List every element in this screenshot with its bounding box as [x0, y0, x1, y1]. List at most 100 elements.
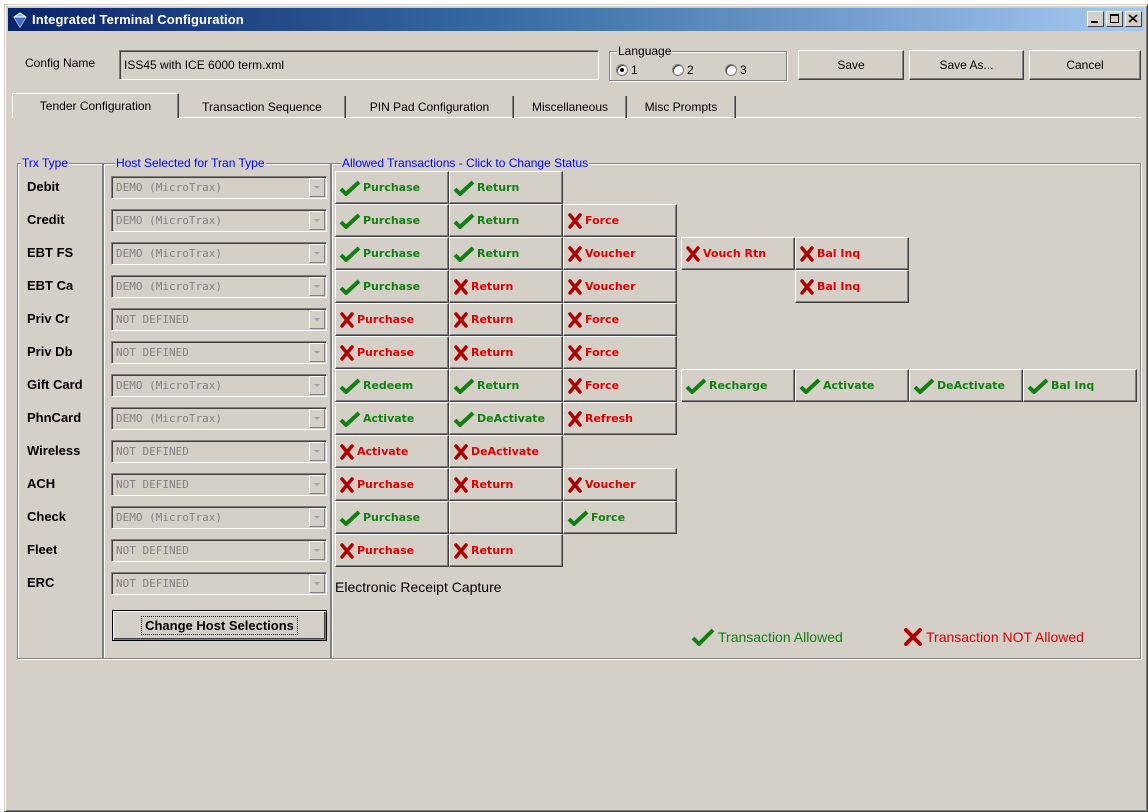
trx-toggle-button[interactable]: Return — [449, 468, 563, 501]
trx-toggle-button[interactable]: DeActivate — [909, 369, 1023, 402]
trx-toggle-button[interactable]: Purchase — [335, 204, 449, 237]
host-select[interactable]: NOT DEFINED — [111, 572, 327, 595]
trx-toggle-button[interactable]: Force — [563, 501, 677, 534]
change-host-selections-button[interactable]: Change Host Selections — [112, 610, 327, 641]
check-icon — [339, 279, 361, 295]
dropdown-arrow-icon[interactable] — [309, 442, 325, 461]
host-select[interactable]: DEMO (MicroTrax) — [111, 176, 327, 199]
host-select[interactable]: DEMO (MicroTrax) — [111, 275, 327, 298]
trx-toggle-button[interactable]: Purchase — [335, 237, 449, 270]
trx-toggle-button[interactable]: Activate — [335, 402, 449, 435]
trx-toggle-button[interactable]: Activate — [335, 435, 449, 468]
trx-toggle-button[interactable]: Return — [449, 204, 563, 237]
check-icon — [685, 378, 707, 394]
dropdown-arrow-icon[interactable] — [309, 244, 325, 263]
trx-toggle-button[interactable]: DeActivate — [449, 402, 563, 435]
save-button[interactable]: Save — [798, 50, 904, 80]
tab-pin-pad-configuration[interactable]: PIN Pad Configuration — [346, 96, 514, 118]
trx-toggle-button[interactable]: Activate — [795, 369, 909, 402]
trx-toggle-button[interactable]: Voucher — [563, 468, 677, 501]
dropdown-arrow-icon[interactable] — [309, 574, 325, 593]
save-as-button[interactable]: Save As... — [909, 50, 1024, 80]
title-bar[interactable]: Integrated Terminal Configuration — [8, 8, 1144, 31]
dropdown-arrow-icon[interactable] — [309, 475, 325, 494]
app-diamond-icon — [11, 11, 29, 28]
dropdown-arrow-icon[interactable] — [309, 508, 325, 527]
radio-2[interactable] — [672, 64, 684, 76]
trx-toggle-button[interactable]: Recharge — [681, 369, 795, 402]
dropdown-arrow-icon[interactable] — [309, 343, 325, 362]
tab-tender-configuration[interactable]: Tender Configuration — [12, 93, 179, 118]
dropdown-arrow-icon[interactable] — [309, 178, 325, 197]
trx-toggle-button[interactable]: Purchase — [335, 468, 449, 501]
trx-toggle-button[interactable]: Voucher — [563, 270, 677, 303]
trx-toggle-button[interactable]: Return — [449, 303, 563, 336]
trx-toggle-button[interactable]: Purchase — [335, 534, 449, 567]
host-select[interactable]: NOT DEFINED — [111, 473, 327, 496]
language-option-2[interactable]: 2 — [672, 63, 694, 77]
trx-toggle-button[interactable]: Purchase — [335, 303, 449, 336]
trx-toggle-button[interactable]: Return — [449, 171, 563, 204]
language-option-1[interactable]: 1 — [616, 63, 638, 77]
trx-toggle-button[interactable]: Return — [449, 270, 563, 303]
host-select-value: NOT DEFINED — [116, 577, 189, 590]
trx-type-label: Gift Card — [27, 377, 83, 392]
tab-transaction-sequence[interactable]: Transaction Sequence — [179, 96, 346, 118]
trx-type-label: Wireless — [27, 443, 81, 458]
trx-toggle-button[interactable]: Refresh — [563, 402, 677, 435]
trx-toggle-button[interactable]: Force — [563, 204, 677, 237]
tab-misc-prompts[interactable]: Misc Prompts — [627, 96, 736, 118]
trx-toggle-button[interactable]: Bal Inq — [795, 237, 909, 270]
trx-toggle-button[interactable]: Bal Inq — [795, 270, 909, 303]
trx-toggle-label: Activate — [363, 412, 415, 425]
dropdown-arrow-icon[interactable] — [309, 541, 325, 560]
minimize-button[interactable] — [1087, 11, 1104, 27]
dropdown-arrow-icon[interactable] — [309, 277, 325, 296]
trx-toggle-button[interactable]: DeActivate — [449, 435, 563, 468]
legend-allowed: Transaction Allowed — [691, 628, 843, 646]
host-select[interactable]: NOT DEFINED — [111, 539, 327, 562]
check-icon — [339, 378, 361, 394]
trx-toggle-button[interactable]: Redeem — [335, 369, 449, 402]
maximize-button[interactable] — [1106, 11, 1123, 27]
dropdown-arrow-icon[interactable] — [309, 310, 325, 329]
radio-1[interactable] — [616, 64, 628, 76]
cancel-button[interactable]: Cancel — [1029, 50, 1141, 80]
trx-toggle-button[interactable]: Return — [449, 336, 563, 369]
trx-toggle-button[interactable]: Return — [449, 534, 563, 567]
host-select[interactable]: DEMO (MicroTrax) — [111, 407, 327, 430]
dropdown-arrow-icon[interactable] — [309, 376, 325, 395]
tab-miscellaneous[interactable]: Miscellaneous — [514, 96, 627, 118]
radio-3[interactable] — [725, 64, 737, 76]
trx-toggle-button[interactable]: Purchase — [335, 171, 449, 204]
host-select[interactable]: NOT DEFINED — [111, 440, 327, 463]
trx-toggle-button[interactable]: Bal Inq — [1023, 369, 1137, 402]
host-select[interactable]: DEMO (MicroTrax) — [111, 209, 327, 232]
trx-toggle-button[interactable]: Force — [563, 336, 677, 369]
host-select[interactable]: DEMO (MicroTrax) — [111, 374, 327, 397]
trx-toggle-button[interactable]: Force — [563, 369, 677, 402]
host-select[interactable]: DEMO (MicroTrax) — [111, 506, 327, 529]
dropdown-arrow-icon[interactable] — [309, 409, 325, 428]
x-icon — [340, 344, 354, 361]
host-select[interactable]: NOT DEFINED — [111, 308, 327, 331]
trx-toggle-button[interactable]: Force — [563, 303, 677, 336]
trx-toggle-button[interactable]: Return — [449, 237, 563, 270]
check-icon — [799, 378, 821, 394]
trx-toggle-button[interactable]: Purchase — [335, 501, 449, 534]
trx-toggle-button[interactable]: Purchase — [335, 336, 449, 369]
trx-toggle-button[interactable]: Voucher — [563, 237, 677, 270]
trx-toggle-button[interactable] — [449, 501, 563, 534]
trx-type-label: EBT Ca — [27, 278, 74, 293]
close-button[interactable] — [1125, 11, 1142, 27]
x-icon — [340, 542, 354, 559]
trx-toggle-button[interactable]: Return — [449, 369, 563, 402]
dropdown-arrow-icon[interactable] — [309, 211, 325, 230]
language-option-3[interactable]: 3 — [725, 63, 747, 77]
trx-toggle-button[interactable]: Vouch Rtn — [681, 237, 795, 270]
host-select[interactable]: NOT DEFINED — [111, 341, 327, 364]
trx-toggle-button[interactable]: Purchase — [335, 270, 449, 303]
host-select[interactable]: DEMO (MicroTrax) — [111, 242, 327, 265]
config-name-field[interactable]: ISS45 with ICE 6000 term.xml — [119, 50, 599, 80]
check-icon — [339, 213, 361, 229]
